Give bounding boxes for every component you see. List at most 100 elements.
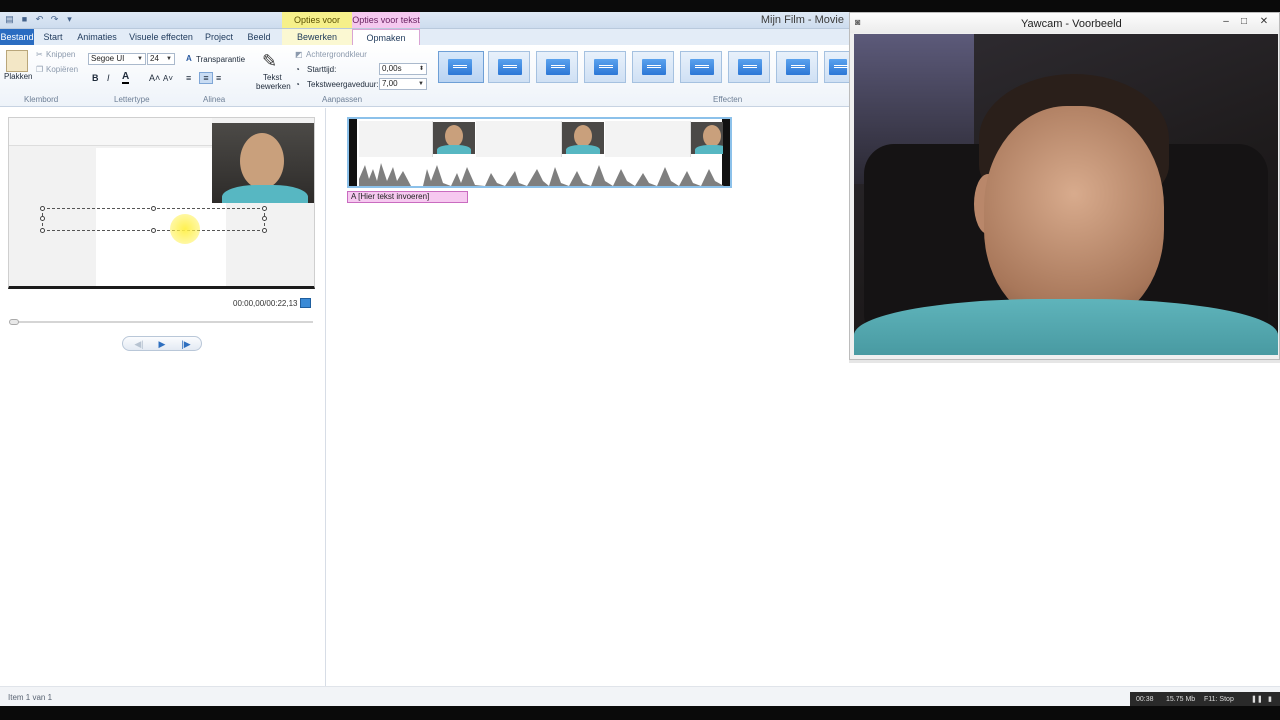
chevron-down-icon: ▼ [137, 56, 143, 62]
align-right-icon[interactable]: ≡ [216, 73, 221, 83]
duration-value: 7,00 [382, 79, 398, 88]
duration-icon: ◔ [295, 80, 300, 89]
cursor-highlight-icon [170, 214, 200, 244]
align-center-icon[interactable]: ≡ [199, 72, 213, 84]
caption-track-item[interactable]: A [Hier tekst invoeren] [347, 191, 468, 203]
group-label-font: Lettertype [114, 95, 150, 104]
minimize-icon[interactable]: – [1217, 15, 1235, 29]
close-icon[interactable]: ✕ [1255, 15, 1273, 29]
resize-handle[interactable] [151, 228, 156, 233]
transparency-button[interactable]: Transparantie [196, 55, 245, 64]
effect-fly-icon [594, 59, 618, 75]
face-head [240, 133, 284, 189]
resize-handle[interactable] [262, 216, 267, 221]
effect-more-button[interactable] [824, 51, 850, 83]
effect-move-right-icon [738, 59, 762, 75]
font-size-select[interactable]: 24 ▼ [147, 53, 175, 65]
clip-frame [605, 121, 691, 157]
effect-slide-button[interactable] [632, 51, 674, 83]
yawcam-titlebar[interactable]: ◙ Yawcam - Voorbeeld – □ ✕ [850, 13, 1279, 33]
effect-scroll-button[interactable] [680, 51, 722, 83]
effect-zoom-button[interactable] [536, 51, 578, 83]
edit-text-label-1[interactable]: Tekst [263, 73, 282, 82]
font-size-value: 24 [150, 54, 159, 63]
paste-button[interactable]: Plakken [4, 72, 32, 81]
effect-scroll-icon [690, 59, 714, 75]
bottom-black-bar [0, 706, 1280, 720]
caption-text-box[interactable] [40, 206, 267, 233]
start-time-label: Starttijd: [307, 65, 337, 74]
preview-screen-toolbar [9, 118, 212, 146]
play-icon[interactable]: ▶ [153, 337, 171, 352]
effect-none-button[interactable] [438, 51, 484, 83]
caption-text: [Hier tekst invoeren] [358, 192, 430, 201]
undo-icon[interactable]: ↶ [34, 14, 45, 25]
font-family-select[interactable]: Segoe UI ▼ [88, 53, 146, 65]
copy-button[interactable]: Kopiëren [46, 65, 78, 74]
effect-fly-button[interactable] [584, 51, 626, 83]
app-menu-icon[interactable]: ▤ [4, 14, 15, 25]
clip-frame [359, 121, 433, 157]
paste-icon[interactable] [6, 50, 28, 72]
group-label-adjust: Aanpassen [322, 95, 363, 104]
fullscreen-icon[interactable] [300, 298, 311, 308]
maximize-icon[interactable]: □ [1235, 15, 1253, 29]
resize-handle[interactable] [40, 216, 45, 221]
resize-handle[interactable] [262, 228, 267, 233]
resize-handle[interactable] [262, 206, 267, 211]
save-icon[interactable]: ■ [19, 14, 30, 25]
effect-fade-button[interactable] [488, 51, 530, 83]
italic-button[interactable]: I [107, 73, 110, 83]
effect-fade-icon [498, 59, 522, 75]
group-label-effects: Effecten [713, 95, 743, 104]
previous-frame-icon[interactable]: ◀| [129, 337, 149, 352]
shrink-font-icon[interactable]: A˅ [163, 74, 173, 83]
context-tab-text-options: Opties voor tekst [352, 12, 420, 28]
status-bar [0, 686, 1280, 706]
tab-visual-effects[interactable]: Visuele effecten [128, 29, 194, 45]
tab-animations[interactable]: Animaties [74, 29, 120, 45]
resize-handle[interactable] [40, 206, 45, 211]
yawcam-title: Yawcam - Voorbeeld [1021, 18, 1122, 30]
seek-bar[interactable] [10, 321, 313, 323]
effect-move-right-button[interactable] [728, 51, 770, 83]
tab-start[interactable]: Start [38, 29, 68, 45]
start-time-input[interactable]: 0,00s ⬍ [379, 63, 427, 75]
next-frame-icon[interactable]: |▶ [175, 337, 197, 352]
yawcam-app-icon: ◙ [855, 17, 861, 27]
playback-controls: ◀| ▶ |▶ [122, 336, 202, 351]
tab-file[interactable]: Bestand [0, 29, 34, 45]
video-clip-strip[interactable] [347, 117, 732, 188]
cut-button[interactable]: Knippen [46, 50, 75, 59]
duration-select[interactable]: 7,00 ▼ [379, 78, 427, 90]
top-black-bar [0, 0, 1280, 12]
ribbon-tabs: Bestand Start Animaties Visuele effecten… [0, 29, 850, 45]
grow-font-icon[interactable]: A˄ [149, 73, 160, 83]
preview-time: 00:00,00/00:22,13 [233, 299, 298, 308]
spinner-icon[interactable]: ⬍ [419, 64, 424, 74]
resize-handle[interactable] [40, 228, 45, 233]
duration-label: Tekstweergaveduur: [307, 80, 379, 89]
font-color-button[interactable]: A [122, 71, 130, 84]
tab-format[interactable]: Opmaken [352, 29, 420, 45]
bold-button[interactable]: B [92, 73, 99, 83]
movie-maker-titlebar[interactable]: ▤ ■ ↶ ↷ ▾ Mijn Film - Movie [0, 12, 850, 29]
tab-view[interactable]: Beeld [244, 29, 274, 45]
resize-handle[interactable] [151, 206, 156, 211]
customize-icon[interactable]: ▾ [64, 14, 75, 25]
group-label-paragraph: Alinea [203, 95, 226, 104]
face-body [222, 185, 308, 203]
tab-project[interactable]: Project [202, 29, 236, 45]
edit-text-icon[interactable]: ✎ [262, 51, 282, 71]
tab-edit[interactable]: Bewerken [282, 29, 352, 45]
clip-frame [476, 121, 562, 157]
background-color-button[interactable]: Achtergrondkleur [306, 50, 367, 59]
seek-thumb[interactable] [9, 319, 19, 325]
shirt [854, 299, 1278, 355]
edit-text-label-2[interactable]: bewerken [256, 82, 291, 91]
align-left-icon[interactable]: ≡ [186, 73, 191, 83]
video-preview[interactable] [8, 117, 315, 289]
redo-icon[interactable]: ↷ [49, 14, 60, 25]
quick-access-toolbar: ▤ ■ ↶ ↷ ▾ [4, 14, 75, 25]
effect-move-up-button[interactable] [776, 51, 818, 83]
